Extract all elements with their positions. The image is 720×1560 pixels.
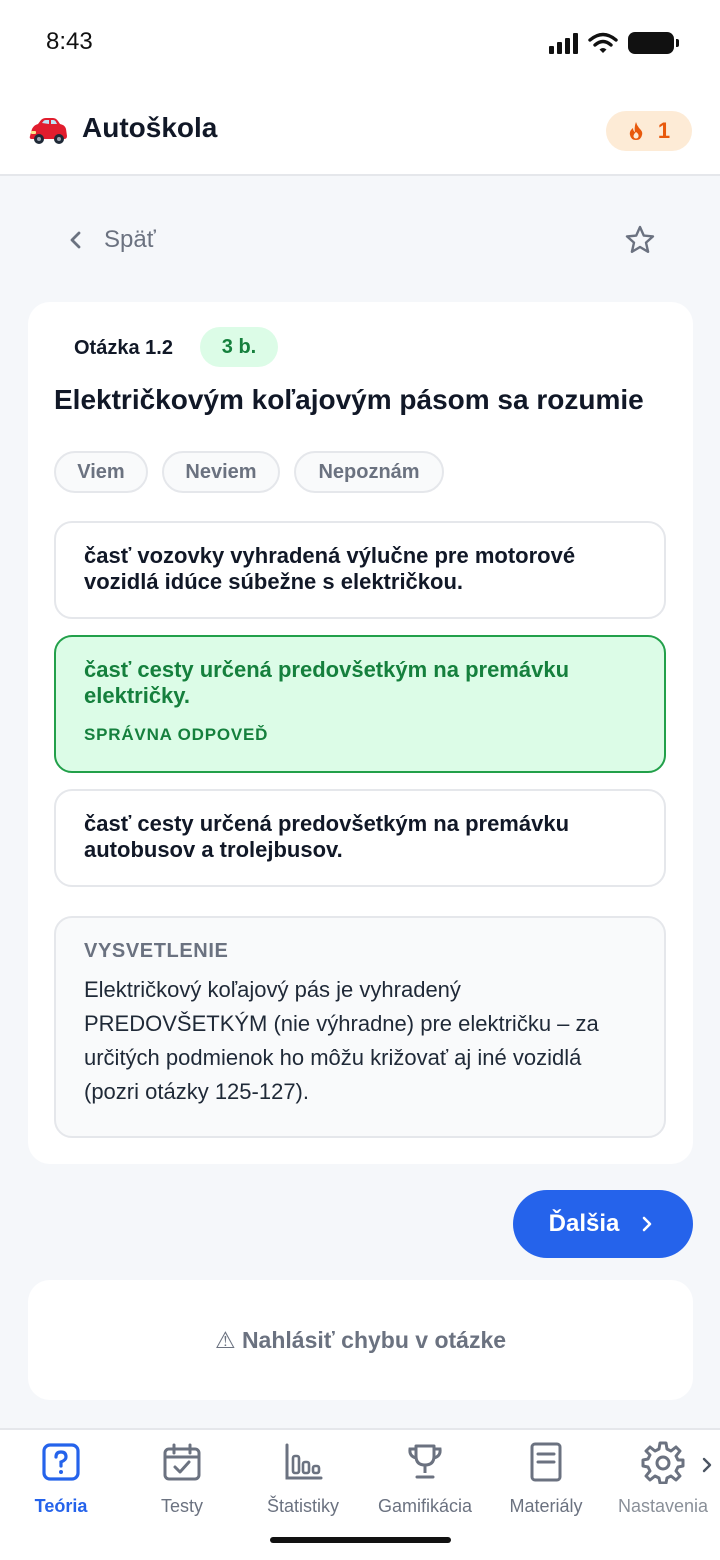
streak-badge[interactable]: 1 (606, 111, 692, 151)
nav-item-statistiky[interactable]: Štatistiky (242, 1440, 364, 1524)
nav-label: Štatistiky (266, 1496, 340, 1516)
document-icon (524, 1440, 568, 1484)
chevron-right-icon (643, 1216, 652, 1232)
flame-icon (629, 122, 643, 140)
chevron-right-icon (702, 1457, 712, 1473)
favorite-button[interactable] (620, 220, 660, 260)
answer-option[interactable]: časť vozovky vyhradená výlučne pre motor… (54, 521, 666, 619)
question-icon (39, 1440, 83, 1484)
question-title: Električkovým koľajovým pásom sa rozumie (54, 384, 644, 415)
explanation-text: Električkový koľajový pás je vyhradený P… (84, 977, 599, 1104)
chip-viem[interactable]: Viem (54, 451, 148, 493)
explanation-title: VYSVETLENIE (84, 940, 229, 962)
question-number: Otázka 1.2 (74, 337, 173, 359)
battery-icon (628, 32, 679, 54)
nav-label: Testy (160, 1496, 203, 1516)
status-bar: 8:43 (0, 0, 720, 88)
calendar-check-icon (160, 1440, 204, 1484)
explanation-box: VYSVETLENIE Električkový koľajový pás je… (54, 916, 666, 1138)
answer-option[interactable]: časť cesty určená predovšetkým na premáv… (54, 789, 666, 887)
correct-answer-label: SPRÁVNA ODPOVEĎ (84, 725, 269, 744)
back-label: Späť (104, 226, 156, 253)
status-time: 8:43 (46, 28, 93, 55)
chevron-left-icon (70, 231, 81, 249)
app-header: Autoškola 1 (0, 88, 720, 176)
streak-count: 1 (657, 118, 671, 143)
nav-label: Nastavenia (617, 1496, 709, 1516)
wifi-icon (588, 32, 618, 53)
gear-icon (641, 1440, 685, 1484)
bar-chart-icon (281, 1440, 325, 1484)
nav-label: Materiály (509, 1496, 583, 1516)
nav-item-materialy[interactable]: Materiály (485, 1440, 607, 1524)
nav-item-testy[interactable]: Testy (121, 1440, 243, 1524)
trophy-icon (403, 1440, 447, 1484)
cellular-signal-icon (549, 32, 578, 54)
status-icons (549, 30, 679, 56)
nav-label: Teória (34, 1496, 88, 1516)
app-screen: 8:43 Autoškola 1 Späť Otázka 1.2 3 b. El… (0, 0, 720, 1560)
report-error-label: ⚠ Nahlásiť chybu v otázke (214, 1326, 507, 1353)
answer-text: časť cesty určená predovšetkým na premáv… (84, 811, 570, 862)
nav-label: Gamifikácia (377, 1496, 473, 1516)
answer-option-correct[interactable]: časť cesty určená predovšetkým na premáv… (54, 635, 666, 773)
car-icon (29, 118, 67, 144)
next-label: Ďalšia (548, 1210, 620, 1237)
chip-nepoznam[interactable]: Nepoznám (294, 451, 444, 493)
nav-scroll-more[interactable] (697, 1450, 717, 1480)
app-title: Autoškola (82, 112, 218, 143)
answer-text: časť vozovky vyhradená výlučne pre motor… (84, 543, 576, 594)
answer-text: časť cesty určená predovšetkým na premáv… (84, 657, 570, 708)
home-indicator (270, 1537, 451, 1543)
report-error-button[interactable]: ⚠ Nahlásiť chybu v otázke (28, 1280, 693, 1400)
nav-item-gamifikacia[interactable]: Gamifikácia (364, 1440, 486, 1524)
chip-neviem[interactable]: Neviem (162, 451, 280, 493)
back-button[interactable]: Späť (62, 216, 156, 264)
points-badge: 3 b. (200, 327, 278, 367)
question-card: Otázka 1.2 3 b. Električkovým koľajovým … (28, 302, 693, 1164)
next-button[interactable]: Ďalšia (513, 1190, 693, 1258)
star-icon (625, 225, 655, 253)
nav-item-teoria[interactable]: Teória (0, 1440, 122, 1524)
